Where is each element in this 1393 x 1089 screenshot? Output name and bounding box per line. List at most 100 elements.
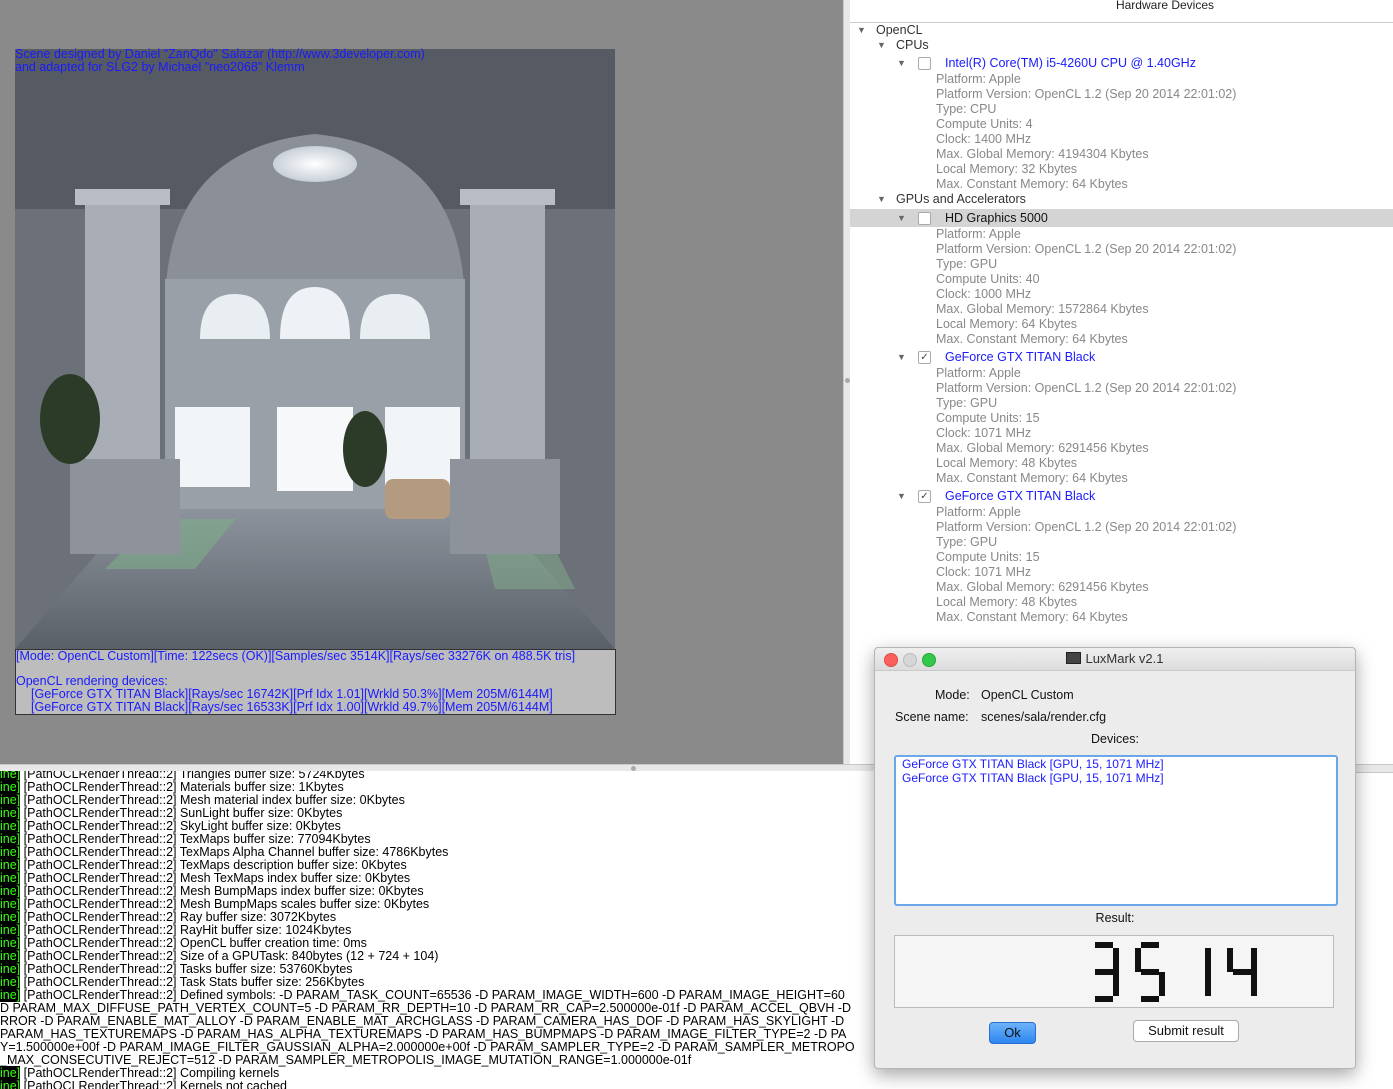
tree-property-row: Compute Units: 15 — [850, 411, 1393, 426]
tree-property-row: Clock: 1071 MHz — [850, 565, 1393, 580]
log-text: PARAM_HAS_TEXTUREMAPS -D PARAM_HAS_ALPHA… — [0, 1027, 847, 1041]
device-property: Type: GPU — [936, 257, 998, 271]
lcd-segment — [1135, 948, 1141, 972]
log-text: D PARAM_MAX_DIFFUSE_PATH_VERTEX_COUNT=5 … — [0, 1001, 852, 1015]
device-property: Local Memory: 48 Kbytes — [936, 456, 1078, 470]
tree-property-row: Max. Global Memory: 6291456 Kbytes — [850, 580, 1393, 595]
log-text: [PathOCLRenderThread::2] Ray buffer size… — [20, 910, 337, 924]
lcd-segment — [1141, 996, 1159, 1002]
tree-property-row: Clock: 1071 MHz — [850, 426, 1393, 441]
tree-group-label: CPUs — [896, 38, 929, 52]
device-property: Clock: 1071 MHz — [936, 565, 1032, 579]
ok-button[interactable]: Ok — [989, 1022, 1036, 1044]
tree-property-row: Platform Version: OpenCL 1.2 (Sep 20 201… — [850, 381, 1393, 396]
log-text: [PathOCLRenderThread::2] Materials buffe… — [20, 780, 344, 794]
log-level-tag: ine] — [0, 936, 21, 950]
lcd-segment — [1227, 948, 1233, 972]
log-text: [PathOCLRenderThread::2] Task Stats buff… — [20, 975, 365, 989]
log-level-tag: ine] — [0, 1066, 21, 1080]
device-checkbox[interactable]: ✓ — [918, 490, 931, 503]
log-text: [PathOCLRenderThread::2] Mesh material i… — [20, 793, 405, 807]
device-property: Platform: Apple — [936, 227, 1021, 241]
device-property: Local Memory: 48 Kbytes — [936, 595, 1078, 609]
device-property: Platform Version: OpenCL 1.2 (Sep 20 201… — [936, 87, 1237, 101]
tree-property-row: Type: GPU — [850, 535, 1393, 550]
tree-property-row: Platform: Apple — [850, 505, 1393, 520]
expand-triangle-icon[interactable]: ▼ — [897, 488, 906, 505]
result-display — [894, 935, 1334, 1008]
device-checkbox[interactable]: ✓ — [918, 351, 931, 364]
log-level-tag: ine] — [0, 897, 21, 911]
expand-triangle-icon[interactable]: ▼ — [897, 349, 906, 366]
expand-triangle-icon[interactable]: ▼ — [897, 209, 906, 227]
lcd-segment — [1141, 942, 1159, 948]
submit-result-button[interactable]: Submit result — [1133, 1020, 1239, 1042]
tree-group-row[interactable]: ▼ GPUs and Accelerators — [850, 192, 1393, 207]
device-property: Platform: Apple — [936, 366, 1021, 380]
tree-property-row: Platform: Apple — [850, 227, 1393, 242]
lcd-score-digits — [1095, 942, 1257, 1002]
log-level-tag: ine] — [0, 962, 21, 976]
device-checkbox[interactable] — [918, 211, 931, 225]
tree-device-row[interactable]: ▼ HD Graphics 5000 — [850, 209, 1393, 227]
tree-device-row[interactable]: ▼ Intel(R) Core(TM) i5-4260U CPU @ 1.40GH… — [850, 55, 1393, 72]
tree-device-row[interactable]: ▼ ✓ GeForce GTX TITAN Black — [850, 349, 1393, 366]
tree-property-row: Platform: Apple — [850, 72, 1393, 87]
device-property: Max. Constant Memory: 64 Kbytes — [936, 177, 1128, 191]
log-text: [PathOCLRenderThread::2] Compiling kerne… — [20, 1066, 280, 1080]
device-property: Max. Constant Memory: 64 Kbytes — [936, 332, 1128, 346]
device-property: Type: GPU — [936, 396, 998, 410]
log-level-tag: ine] — [0, 806, 21, 820]
tree-group-label: OpenCL — [876, 23, 923, 37]
log-text: [PathOCLRenderThread::2] TexMaps descrip… — [20, 858, 407, 872]
log-text: RROR -D PARAM_ENABLE_MAT_ALLOY -D PARAM_… — [0, 1014, 845, 1028]
tree-property-row: Compute Units: 40 — [850, 272, 1393, 287]
expand-triangle-icon[interactable]: ▼ — [857, 23, 866, 38]
log-text: [PathOCLRenderThread::2] TexMaps buffer … — [20, 832, 371, 846]
lcd-segment — [1095, 996, 1113, 1002]
expand-triangle-icon[interactable]: ▼ — [877, 192, 886, 207]
render-status-line: [Mode: OpenCL Custom][Time: 122secs (OK)… — [16, 649, 576, 663]
log-text: [PathOCLRenderThread::2] SkyLight buffer… — [20, 819, 341, 833]
device-property: Type: GPU — [936, 535, 998, 549]
expand-triangle-icon[interactable]: ▼ — [897, 55, 906, 72]
app-icon — [1066, 652, 1082, 664]
lcd-segment — [1113, 948, 1119, 972]
tree-device-row[interactable]: ▼ ✓ GeForce GTX TITAN Black — [850, 488, 1393, 505]
scene-name-value: scenes/sala/render.cfg — [981, 710, 1107, 724]
tree-property-row: Local Memory: 48 Kbytes — [850, 456, 1393, 471]
log-level-tag: ine] — [0, 910, 21, 924]
tree-group-row[interactable]: ▼ OpenCL — [850, 23, 1393, 38]
log-text: [PathOCLRenderThread::2] SunLight buffer… — [20, 806, 343, 820]
lcd-segment — [1205, 972, 1211, 996]
log-text: [PathOCLRenderThread::2] Defined symbols… — [20, 988, 845, 1002]
log-output[interactable]: ine] [PathOCLRenderThread::2] Triangles … — [0, 771, 875, 1089]
device-property: Platform Version: OpenCL 1.2 (Sep 20 201… — [936, 242, 1237, 256]
log-text: [PathOCLRenderThread::2] TexMaps Alpha C… — [20, 845, 449, 859]
log-text: [PathOCLRenderThread::2] Tasks buffer si… — [20, 962, 353, 976]
device-checkbox[interactable] — [918, 57, 931, 70]
devices-list[interactable]: GeForce GTX TITAN Black [GPU, 15, 1071 M… — [894, 755, 1338, 906]
log-level-tag: ine] — [0, 988, 21, 1002]
lcd-segment — [1095, 969, 1113, 975]
scene-name-label: Scene name: — [895, 710, 969, 724]
log-text: [PathOCLRenderThread::2] Size of a GPUTa… — [20, 949, 439, 963]
device-property: Type: CPU — [936, 102, 997, 116]
device-property: Compute Units: 15 — [936, 550, 1040, 564]
tree-group-row[interactable]: ▼ CPUs — [850, 38, 1393, 53]
device-name: Intel(R) Core(TM) i5-4260U CPU @ 1.40GHz — [945, 56, 1196, 70]
dialog-titlebar[interactable]: LuxMark v2.1 — [875, 648, 1355, 671]
result-label: Result: — [1095, 911, 1135, 925]
expand-triangle-icon[interactable]: ▼ — [877, 38, 886, 53]
lcd-segment — [1251, 972, 1257, 996]
device-list-item[interactable]: GeForce GTX TITAN Black [GPU, 15, 1071 M… — [902, 772, 1164, 785]
lcd-segment — [1095, 942, 1113, 948]
render-view: Scene designed by Daniel "ZanQdo" Salaza… — [0, 0, 843, 764]
device-list-item[interactable]: GeForce GTX TITAN Black [GPU, 15, 1071 M… — [902, 758, 1164, 771]
tree-property-row: Max. Global Memory: 4194304 Kbytes — [850, 147, 1393, 162]
log-text: _MAX_CONSECUTIVE_REJECT=512 -D PARAM_SAM… — [0, 1053, 692, 1067]
device-property: Max. Constant Memory: 64 Kbytes — [936, 610, 1128, 624]
log-text: Y=1.500000e+00f -D PARAM_IMAGE_FILTER_GA… — [0, 1040, 855, 1054]
lcd-segment — [1159, 972, 1165, 996]
lcd-segment — [1233, 969, 1251, 975]
